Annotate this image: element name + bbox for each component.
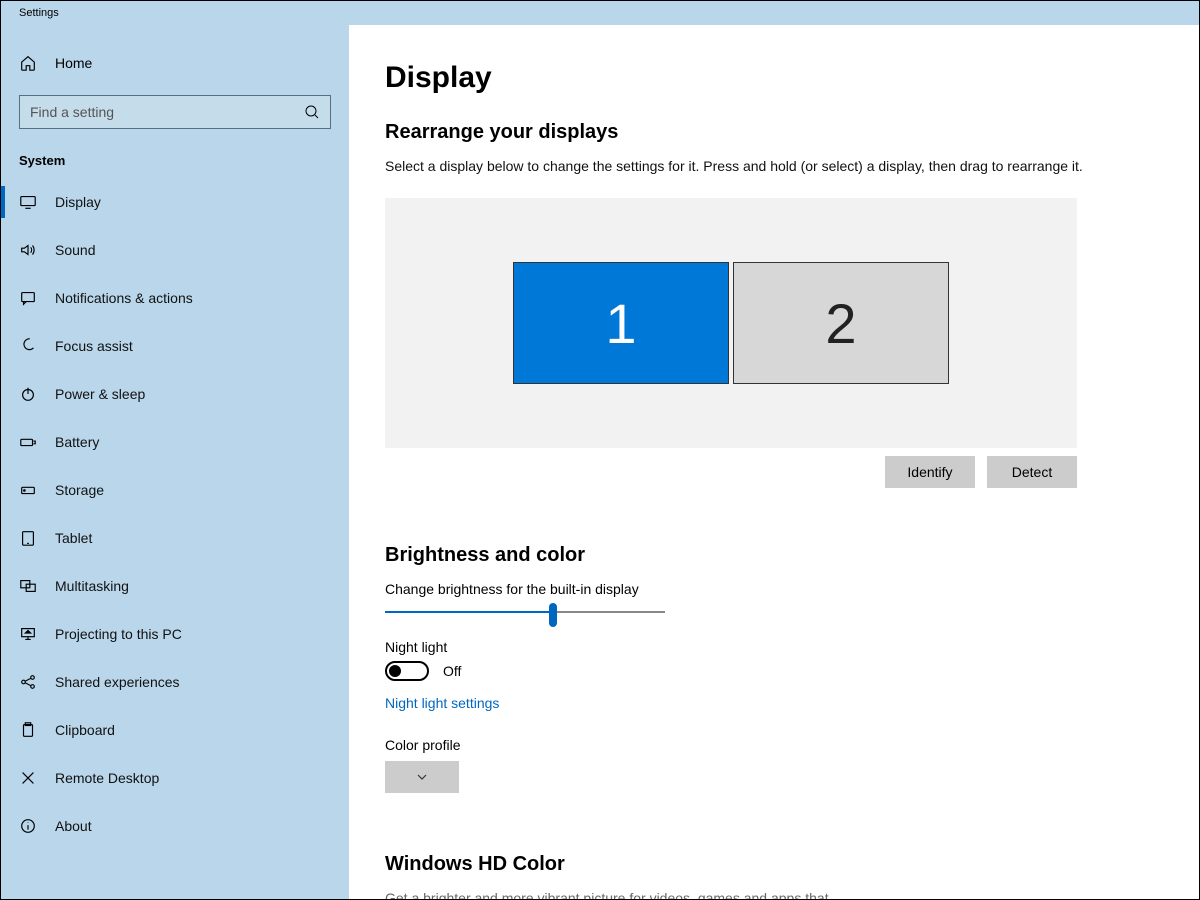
monitor-1[interactable]: 1 xyxy=(513,262,729,384)
settings-window: Settings Home System xyxy=(0,0,1200,900)
sidebar-item-storage[interactable]: Storage xyxy=(1,466,349,514)
sidebar-item-label: Battery xyxy=(55,434,99,450)
projecting-icon xyxy=(19,625,37,643)
rearrange-heading: Rearrange your displays xyxy=(349,121,1199,144)
sidebar-item-tablet[interactable]: Tablet xyxy=(1,514,349,562)
nightlight-toggle[interactable] xyxy=(385,661,429,681)
home-button[interactable]: Home xyxy=(1,43,349,83)
sidebar-item-remote-desktop[interactable]: Remote Desktop xyxy=(1,754,349,802)
toggle-knob xyxy=(389,665,401,677)
slider-fill xyxy=(385,611,553,613)
storage-icon xyxy=(19,481,37,499)
remote-desktop-icon xyxy=(19,769,37,787)
sidebar-item-label: Storage xyxy=(55,482,104,498)
power-icon xyxy=(19,385,37,403)
focus-assist-icon xyxy=(19,337,37,355)
monitor-2[interactable]: 2 xyxy=(733,262,949,384)
sidebar-item-about[interactable]: About xyxy=(1,802,349,850)
sidebar-item-label: Multitasking xyxy=(55,578,129,594)
nightlight-label: Night light xyxy=(349,639,1199,655)
sidebar-item-sound[interactable]: Sound xyxy=(1,226,349,274)
sidebar-item-label: About xyxy=(55,818,92,834)
search-icon xyxy=(304,104,320,120)
sidebar-item-display[interactable]: Display xyxy=(1,178,349,226)
detect-button[interactable]: Detect xyxy=(987,456,1077,488)
sidebar-item-multitasking[interactable]: Multitasking xyxy=(1,562,349,610)
sidebar-item-power-sleep[interactable]: Power & sleep xyxy=(1,370,349,418)
nightlight-row: Off xyxy=(349,661,1199,681)
brightness-section: Brightness and color Change brightness f… xyxy=(349,544,1199,793)
sidebar: Home System Display Sound xyxy=(1,25,349,899)
sidebar-item-label: Shared experiences xyxy=(55,674,180,690)
sidebar-item-label: Power & sleep xyxy=(55,386,145,402)
identify-button[interactable]: Identify xyxy=(885,456,975,488)
display-icon xyxy=(19,193,37,211)
multitasking-icon xyxy=(19,577,37,595)
monitor-label: 2 xyxy=(825,291,856,356)
sidebar-item-label: Notifications & actions xyxy=(55,290,193,306)
hd-color-desc: Get a brighter and more vibrant picture … xyxy=(349,890,1199,899)
sidebar-item-label: Sound xyxy=(55,242,95,258)
sidebar-item-label: Clipboard xyxy=(55,722,115,738)
window-body: Home System Display Sound xyxy=(1,25,1199,899)
home-icon xyxy=(19,54,37,72)
brightness-slider-wrap xyxy=(349,603,1199,621)
colorprofile-dropdown[interactable] xyxy=(385,761,459,793)
chevron-down-icon xyxy=(416,771,428,783)
home-label: Home xyxy=(55,55,92,71)
search-box[interactable] xyxy=(19,95,331,129)
about-icon xyxy=(19,817,37,835)
battery-icon xyxy=(19,433,37,451)
sidebar-item-label: Display xyxy=(55,194,101,210)
slider-thumb[interactable] xyxy=(549,603,557,627)
sidebar-item-label: Remote Desktop xyxy=(55,770,159,786)
page-title: Display xyxy=(349,61,1199,95)
sidebar-item-clipboard[interactable]: Clipboard xyxy=(1,706,349,754)
brightness-slider[interactable] xyxy=(385,603,665,621)
sidebar-item-shared-experiences[interactable]: Shared experiences xyxy=(1,658,349,706)
sidebar-item-notifications[interactable]: Notifications & actions xyxy=(1,274,349,322)
hd-color-section: Windows HD Color Get a brighter and more… xyxy=(349,853,1199,899)
shared-icon xyxy=(19,673,37,691)
tablet-icon xyxy=(19,529,37,547)
monitor-label: 1 xyxy=(605,291,636,356)
content-area: Display Rearrange your displays Select a… xyxy=(349,25,1199,899)
hd-color-heading: Windows HD Color xyxy=(349,853,1199,876)
sidebar-item-focus-assist[interactable]: Focus assist xyxy=(1,322,349,370)
sidebar-item-label: Projecting to this PC xyxy=(55,626,182,642)
sidebar-section-label: System xyxy=(1,129,349,178)
sidebar-nav: Display Sound Notifications & actions Fo… xyxy=(1,178,349,850)
nightlight-settings-link[interactable]: Night light settings xyxy=(349,695,499,711)
notifications-icon xyxy=(19,289,37,307)
arrange-buttons: Identify Detect xyxy=(385,456,1077,488)
rearrange-desc: Select a display below to change the set… xyxy=(349,158,1199,174)
search-wrap xyxy=(1,83,349,129)
sound-icon xyxy=(19,241,37,259)
colorprofile-label: Color profile xyxy=(349,737,1199,753)
sidebar-item-label: Tablet xyxy=(55,530,92,546)
brightness-heading: Brightness and color xyxy=(349,544,1199,567)
display-arrangement-canvas[interactable]: 1 2 xyxy=(385,198,1077,448)
window-title: Settings xyxy=(19,7,59,19)
clipboard-icon xyxy=(19,721,37,739)
sidebar-item-projecting[interactable]: Projecting to this PC xyxy=(1,610,349,658)
sidebar-item-battery[interactable]: Battery xyxy=(1,418,349,466)
sidebar-item-label: Focus assist xyxy=(55,338,133,354)
search-input[interactable] xyxy=(30,104,304,120)
brightness-slider-label: Change brightness for the built-in displ… xyxy=(349,581,1199,597)
nightlight-state: Off xyxy=(443,663,461,679)
window-titlebar: Settings xyxy=(1,1,1199,25)
